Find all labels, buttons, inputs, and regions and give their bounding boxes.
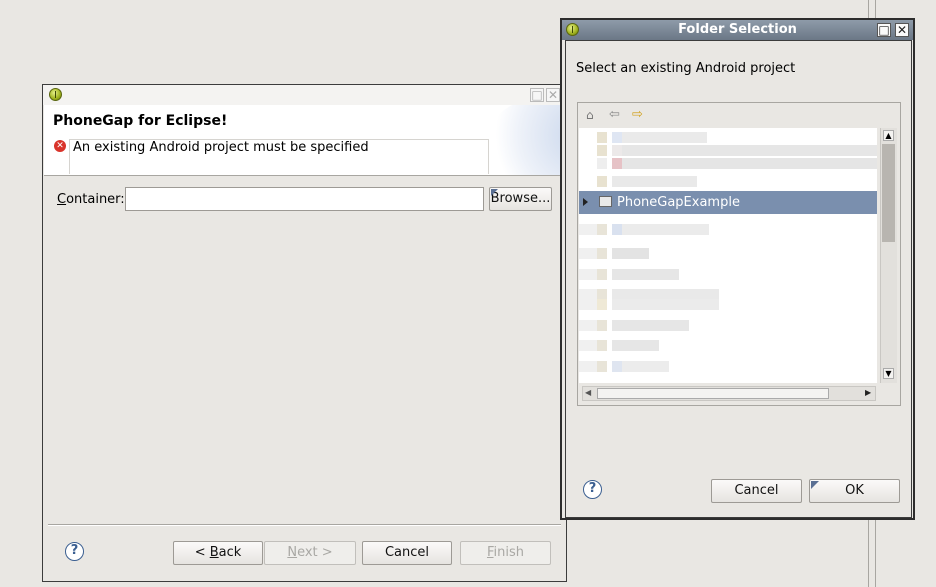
scroll-left-icon[interactable]: ◀ (585, 388, 591, 397)
page-title: PhoneGap for Eclipse! (53, 113, 228, 129)
help-icon[interactable]: ? (583, 480, 602, 499)
vertical-scrollbar[interactable]: ▲ ▼ (880, 128, 897, 383)
obscured-row (579, 340, 659, 351)
app-icon (49, 88, 62, 101)
container-label: Container: (57, 192, 125, 207)
scroll-down-icon[interactable]: ▼ (883, 368, 894, 379)
error-message: An existing Android project must be spec… (73, 140, 369, 155)
expand-icon[interactable] (583, 198, 588, 206)
browse-button-label: Browse... (490, 191, 551, 206)
project-tree[interactable]: PhoneGapExample (579, 128, 877, 383)
scroll-right-icon[interactable]: ▶ (865, 388, 871, 397)
obscured-row (579, 269, 679, 280)
forward-arrow-icon[interactable]: ⇨ (632, 107, 643, 122)
folder-dialog-titlebar: Folder Selection □ ✕ (562, 20, 913, 40)
browse-button[interactable]: Browse... (489, 187, 552, 211)
project-icon (599, 196, 612, 207)
default-corner-icon (811, 481, 819, 489)
help-glyph: ? (70, 543, 79, 558)
help-glyph: ? (588, 481, 597, 496)
scroll-up-icon[interactable]: ▲ (883, 130, 894, 141)
help-icon[interactable]: ? (65, 542, 84, 561)
container-label-rest: ontainer: (66, 192, 125, 207)
home-icon[interactable]: ⌂ (586, 108, 594, 122)
obscured-row (579, 224, 709, 235)
maximize-icon[interactable]: □ (530, 88, 544, 102)
obscured-row (597, 176, 697, 187)
back-arrow-icon[interactable]: ⇦ (609, 107, 620, 122)
cancel-button[interactable]: Cancel (362, 541, 452, 565)
cancel-button-label: Cancel (384, 545, 430, 560)
wizard-titlebar: □ ✕ (43, 85, 566, 105)
ok-button-label: OK (845, 483, 864, 498)
obscured-row (579, 299, 719, 310)
folder-dialog-title: Folder Selection (678, 22, 797, 37)
obscured-row (579, 361, 669, 372)
scroll-thumb[interactable] (882, 144, 895, 242)
error-icon: ✕ (54, 140, 66, 152)
cancel-button-label: Cancel (734, 483, 779, 498)
close-icon[interactable]: ✕ (546, 88, 560, 102)
back-button[interactable]: < Back (173, 541, 263, 565)
tree-item-phonegapexample[interactable]: PhoneGapExample (579, 191, 877, 214)
folder-selection-dialog: Folder Selection □ ✕ Select an existing … (560, 18, 915, 520)
obscured-row (597, 132, 707, 143)
phonegap-wizard-dialog: □ ✕ PhoneGap for Eclipse! ✕ An existing … (42, 84, 567, 582)
folder-dialog-message: Select an existing Android project (576, 61, 796, 76)
scroll-thumb-horizontal[interactable] (597, 388, 829, 399)
obscured-row (597, 145, 877, 156)
close-icon[interactable]: ✕ (895, 23, 909, 37)
wizard-separator (48, 524, 561, 526)
ok-button[interactable]: OK (809, 479, 900, 503)
banner-graphic (484, 105, 566, 175)
tree-item-label: PhoneGapExample (617, 195, 740, 210)
cancel-button[interactable]: Cancel (711, 479, 802, 503)
container-input[interactable] (125, 187, 484, 211)
next-button[interactable]: Next > (264, 541, 356, 565)
finish-button[interactable]: Finish (460, 541, 551, 565)
horizontal-scrollbar[interactable]: ◀ ▶ (582, 386, 876, 401)
tree-panel: ⌂ ⇦ ⇨ PhoneGapExample ▲ ▼ ◀ ▶ (577, 102, 901, 406)
default-corner-icon (491, 189, 498, 196)
obscured-row (579, 248, 649, 259)
maximize-icon[interactable]: □ (877, 23, 891, 37)
wizard-banner: PhoneGap for Eclipse! ✕ An existing Andr… (44, 105, 566, 176)
obscured-row (597, 158, 877, 169)
obscured-row (579, 320, 689, 331)
